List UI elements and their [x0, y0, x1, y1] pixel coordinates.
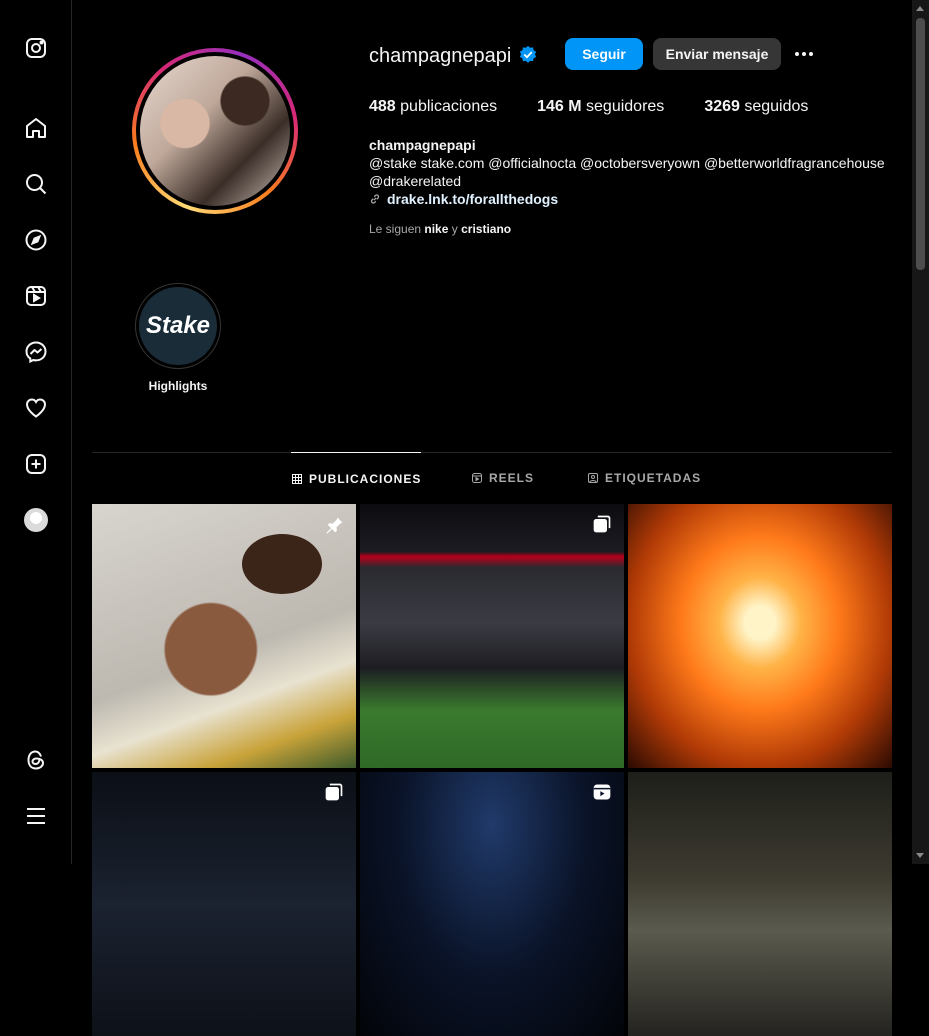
threads-icon[interactable]	[22, 746, 50, 774]
bio-line-2: @drakerelated	[369, 173, 462, 189]
tab-etiquetadas[interactable]: ETIQUETADAS	[587, 452, 701, 504]
scroll-up-arrow-icon[interactable]	[916, 6, 924, 11]
home-icon[interactable]	[22, 114, 50, 142]
post-thumbnail[interactable]	[92, 504, 356, 768]
scrollbar-thumb[interactable]	[916, 18, 925, 270]
menu-icon[interactable]	[22, 802, 50, 830]
tab-reels[interactable]: REELS	[471, 452, 534, 504]
pin-icon	[326, 515, 343, 534]
profile-avatar[interactable]	[22, 506, 50, 534]
tagged-icon	[588, 473, 598, 483]
post-thumbnail[interactable]	[628, 772, 892, 1036]
send-message-button[interactable]: Enviar mensaje	[653, 38, 781, 70]
sidebar	[0, 0, 72, 864]
profile-main: champagnepapi Seguir Enviar mensaje 488 …	[72, 0, 912, 1036]
bio-link[interactable]: drake.lnk.to/forallthedogs	[369, 191, 558, 207]
create-icon[interactable]	[22, 450, 50, 478]
posts-stat: 488 publicaciones	[369, 98, 498, 115]
explore-icon[interactable]	[22, 226, 50, 254]
profile-photo	[140, 56, 290, 206]
instagram-logo-icon[interactable]	[22, 34, 50, 62]
profile-picture[interactable]	[132, 48, 298, 214]
followers-stat[interactable]: 146 M seguidores	[537, 98, 664, 116]
highlight-item[interactable]: Stake Highlights	[135, 283, 221, 393]
avatar	[24, 508, 48, 532]
post-thumbnail[interactable]	[628, 504, 892, 768]
tab-publicaciones[interactable]: PUBLICACIONES	[291, 452, 422, 505]
post-thumbnail[interactable]	[360, 504, 624, 768]
search-icon[interactable]	[22, 170, 50, 198]
reels-tab-icon	[472, 473, 482, 483]
profile-username: champagnepapi	[369, 45, 512, 67]
following-stat[interactable]: 3269 seguidos	[704, 98, 808, 116]
link-icon	[370, 194, 380, 204]
verified-badge-icon	[519, 45, 537, 63]
reel-icon	[593, 784, 611, 800]
highlight-label: Highlights	[148, 379, 208, 393]
reels-icon[interactable]	[22, 282, 50, 310]
follow-button[interactable]: Seguir	[565, 38, 643, 70]
heart-icon[interactable]	[22, 394, 50, 422]
messenger-icon[interactable]	[22, 338, 50, 366]
highlight-cover: Stake	[139, 287, 217, 365]
post-thumbnail[interactable]	[360, 772, 624, 1036]
scroll-down-arrow-icon[interactable]	[916, 853, 924, 858]
carousel-icon	[593, 515, 611, 533]
profile-stats: 488 publicaciones 146 M seguidores 3269 …	[369, 98, 848, 116]
bio-line-1: @stake stake.com @officialnocta @october…	[369, 155, 885, 171]
scrollbar[interactable]	[912, 0, 929, 864]
bio-name: champagnepapi	[369, 137, 476, 153]
carousel-icon	[325, 783, 343, 801]
post-thumbnail[interactable]	[92, 772, 356, 1036]
followed-by[interactable]: Le siguen nike y cristiano	[369, 222, 511, 236]
more-options-icon[interactable]	[791, 42, 817, 66]
grid-icon	[292, 474, 302, 484]
